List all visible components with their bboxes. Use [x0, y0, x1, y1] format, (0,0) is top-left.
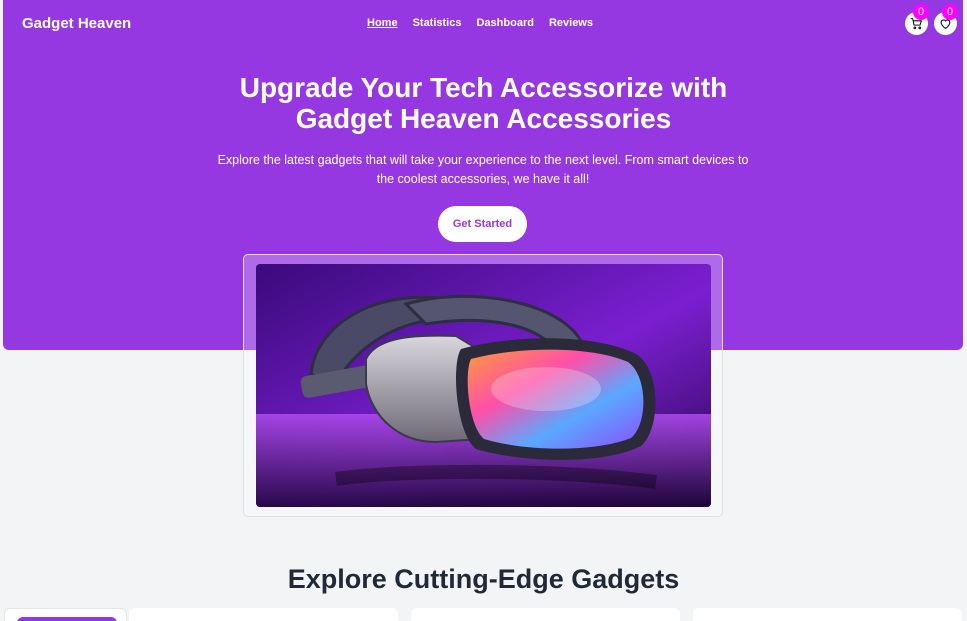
- main-nav: Home Statistics Dashboard Reviews: [367, 17, 593, 29]
- category-button-active[interactable]: [17, 617, 117, 621]
- cart-count-badge: 0: [913, 4, 929, 20]
- section-title: Explore Cutting-Edge Gadgets: [287, 564, 680, 594]
- wishlist-button[interactable]: 0: [934, 4, 958, 35]
- nav-link-reviews[interactable]: Reviews: [549, 17, 593, 29]
- hero-title: Upgrade Your Tech Accessorize with Gadge…: [0, 72, 967, 134]
- get-started-button[interactable]: Get Started: [438, 206, 527, 242]
- hero-subtitle-line-1: Explore the latest gadgets that will tak…: [217, 153, 749, 167]
- product-card[interactable]: [411, 608, 680, 621]
- brand-logo[interactable]: Gadget Heaven: [22, 15, 131, 32]
- hero-title-line-2: Gadget Heaven Accessories: [295, 103, 672, 134]
- hero-title-line-1: Upgrade Your Tech Accessorize with: [239, 72, 728, 103]
- nav-link-statistics[interactable]: Statistics: [413, 17, 462, 29]
- hero-subtitle: Explore the latest gadgets that will tak…: [193, 151, 773, 189]
- product-card[interactable]: [129, 608, 398, 621]
- nav-link-home[interactable]: Home: [367, 17, 398, 29]
- cart-button[interactable]: 0: [905, 4, 929, 35]
- wishlist-count-badge: 0: [942, 4, 958, 20]
- hero-subtitle-line-2: the coolest accessories, we have it all!: [376, 172, 590, 186]
- nav-link-dashboard[interactable]: Dashboard: [476, 17, 533, 29]
- vr-headset-image: [256, 264, 711, 507]
- product-card[interactable]: [693, 608, 962, 621]
